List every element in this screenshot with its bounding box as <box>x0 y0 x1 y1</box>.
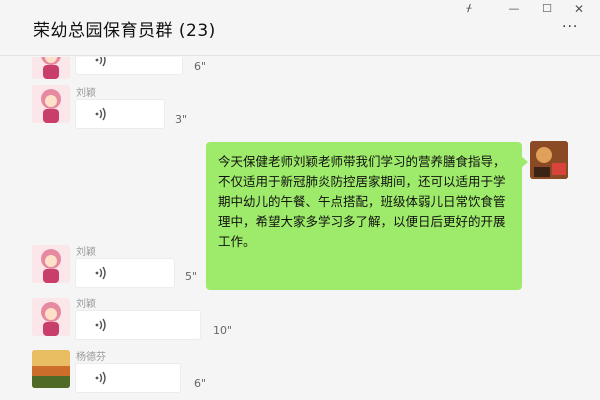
voice-message-bubble[interactable] <box>75 57 183 75</box>
sender-name: 杨德芬 <box>76 352 106 363</box>
sent-text-message[interactable]: 今天保健老师刘颖老师带我们学习的营养膳食指导，不仅适用于新冠肺炎防控居家期间，还… <box>206 142 528 290</box>
sender-avatar[interactable] <box>32 85 70 123</box>
chat-scrollbar[interactable] <box>592 57 596 400</box>
voice-message-bubble[interactable] <box>75 363 181 393</box>
sender-avatar[interactable] <box>32 350 70 388</box>
chat-history[interactable]: 6" 刘颖 3" 今天保健老师刘颖老师带我们学习的营养膳食指导，不仅适用于新冠肺… <box>0 57 600 400</box>
voice-message-bubble[interactable] <box>75 310 201 340</box>
title-bar: 荣幼总园保育员群 (23) ᚋ — ☐ ✕ ··· <box>0 0 600 56</box>
chat-title: 荣幼总园保育员群 (23) <box>33 21 216 41</box>
voice-duration: 6" <box>194 377 207 390</box>
voice-message-bubble[interactable] <box>75 99 165 129</box>
minimize-icon[interactable]: — <box>506 2 522 16</box>
my-avatar[interactable] <box>530 141 568 179</box>
sender-name: 刘颖 <box>76 299 96 310</box>
pin-icon[interactable]: ᚋ <box>461 2 477 16</box>
voice-duration: 6" <box>194 60 207 73</box>
sender-avatar[interactable] <box>32 57 70 79</box>
voice-wave-icon <box>95 371 106 385</box>
sender-avatar[interactable] <box>32 245 70 283</box>
voice-duration: 10" <box>213 324 233 337</box>
sender-name: 刘颖 <box>76 247 96 258</box>
voice-wave-icon <box>95 266 106 280</box>
voice-duration: 5" <box>185 270 198 283</box>
voice-duration: 3" <box>175 113 188 126</box>
voice-wave-icon <box>95 318 106 332</box>
voice-wave-icon <box>95 57 106 67</box>
maximize-icon[interactable]: ☐ <box>539 2 555 16</box>
sender-avatar[interactable] <box>32 298 70 336</box>
voice-message-bubble[interactable] <box>75 258 175 288</box>
close-icon[interactable]: ✕ <box>571 2 587 16</box>
sender-name: 刘颖 <box>76 88 96 99</box>
more-options-icon[interactable]: ··· <box>562 20 584 34</box>
voice-wave-icon <box>95 107 106 121</box>
